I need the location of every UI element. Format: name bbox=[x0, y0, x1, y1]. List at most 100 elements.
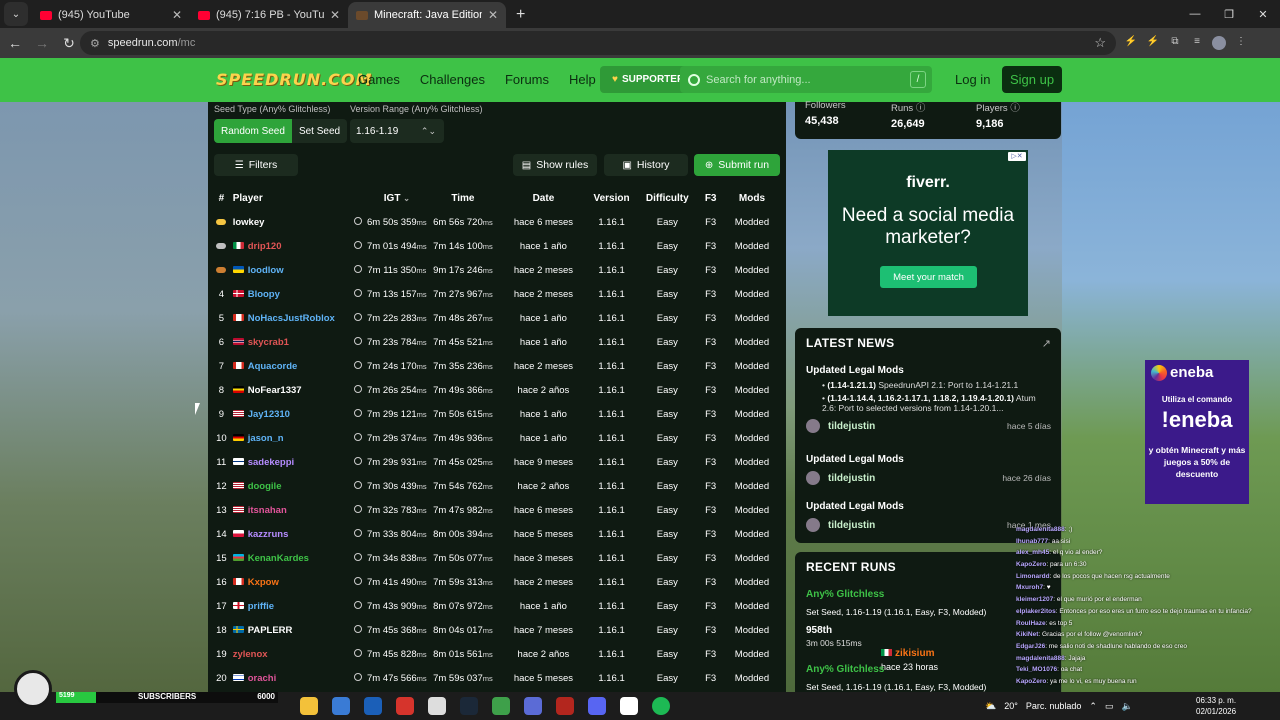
new-tab-button[interactable]: + bbox=[506, 6, 535, 28]
player-cell[interactable]: doogile bbox=[232, 474, 351, 498]
player-name[interactable]: NoHacsJustRoblox bbox=[248, 313, 335, 324]
table-row[interactable]: 14 kazzruns 7m 33s 804ms 8m 00s 394ms hace 5… bbox=[210, 522, 784, 546]
table-row[interactable]: 16 Kxpow 7m 41s 490ms 7m 59s 313ms hace 2 me… bbox=[210, 570, 784, 594]
video-icon[interactable] bbox=[353, 432, 362, 441]
recent-run[interactable]: Any% Glitchless Set Seed, 1.16-1.19 (1.1… bbox=[806, 664, 1051, 692]
version-range-select[interactable]: 1.16-1.19 ⌃⌄ bbox=[350, 119, 444, 143]
player-cell[interactable]: Bloopy bbox=[232, 282, 351, 306]
ad-cta-button[interactable]: Meet your match bbox=[880, 266, 977, 288]
player-cell[interactable]: Aquacorde bbox=[232, 354, 351, 378]
notion-icon[interactable] bbox=[620, 697, 638, 715]
news-item-title[interactable]: Updated Legal Mods bbox=[806, 454, 1051, 465]
table-row[interactable]: 11 sadekeppi 7m 29s 931ms 7m 45s 025ms hace … bbox=[210, 450, 784, 474]
bookmark-star-icon[interactable]: ☆ bbox=[1094, 35, 1106, 51]
back-icon[interactable]: ← bbox=[3, 35, 27, 51]
player-cell[interactable]: sadekeppi bbox=[232, 450, 351, 474]
player-name[interactable]: Jay12310 bbox=[248, 409, 290, 420]
video-cell[interactable] bbox=[350, 282, 364, 306]
run-player-name[interactable]: zikisium bbox=[895, 648, 934, 659]
player-cell[interactable]: loodlow bbox=[232, 258, 351, 282]
chat-username[interactable]: RoulHaze bbox=[1016, 620, 1046, 627]
author-name[interactable]: tildejustin bbox=[828, 473, 875, 484]
col-difficulty[interactable]: Difficulty bbox=[633, 186, 701, 210]
news-item-title[interactable]: Updated Legal Mods bbox=[806, 501, 1051, 512]
browser-tab-2[interactable]: (945) 7:16 PB - YouTube ✕ bbox=[190, 2, 348, 28]
video-cell[interactable] bbox=[350, 498, 364, 522]
obs-icon[interactable] bbox=[396, 697, 414, 715]
recent-run[interactable]: Any% Glitchless Set Seed, 1.16-1.19 (1.1… bbox=[806, 589, 1051, 672]
site-search[interactable]: / bbox=[680, 66, 932, 93]
player-cell[interactable]: priffie bbox=[232, 594, 351, 618]
player-name[interactable]: PAPLERR bbox=[248, 625, 293, 636]
nav-challenges[interactable]: Challenges bbox=[420, 72, 485, 88]
chat-username[interactable]: Mxuroh7 bbox=[1016, 584, 1043, 591]
player-name[interactable]: drip120 bbox=[248, 241, 282, 252]
chat-username[interactable]: magdalenita888 bbox=[1016, 526, 1065, 533]
chat-username[interactable]: kleimer1207 bbox=[1016, 596, 1053, 603]
minecraft-icon[interactable] bbox=[492, 697, 510, 715]
reading-list-icon[interactable]: ≡ bbox=[1190, 36, 1204, 50]
player-cell[interactable]: itsnahan bbox=[232, 498, 351, 522]
player-name[interactable]: skycrab1 bbox=[248, 337, 289, 348]
table-row[interactable]: 9 Jay12310 7m 29s 121ms 7m 50s 615ms hace 1 … bbox=[210, 402, 784, 426]
player-cell[interactable]: NoHacsJustRoblox bbox=[232, 306, 351, 330]
app-icon[interactable] bbox=[428, 697, 446, 715]
tab-search-icon[interactable]: ⌄ bbox=[4, 2, 28, 26]
table-row[interactable]: 20 orachi 7m 47s 566ms 7m 59s 037ms hace 5 m… bbox=[210, 666, 784, 690]
player-name[interactable]: lowkey bbox=[233, 217, 265, 228]
news-item-title[interactable]: Updated Legal Mods bbox=[806, 365, 1051, 376]
video-icon[interactable] bbox=[353, 600, 362, 609]
nav-forums[interactable]: Forums bbox=[505, 72, 549, 88]
signup-button[interactable]: Sign up bbox=[1002, 66, 1062, 93]
table-row[interactable]: 17 priffie 7m 43s 909ms 8m 07s 972ms hace 1 … bbox=[210, 594, 784, 618]
spotify-icon[interactable] bbox=[652, 697, 670, 715]
player-name[interactable]: priffie bbox=[248, 601, 274, 612]
run-player[interactable]: zikisium bbox=[881, 648, 934, 659]
player-cell[interactable]: NoFear1337 bbox=[232, 378, 351, 402]
news-item[interactable]: Updated Legal Mods tildejustin hace 1 me… bbox=[806, 501, 1051, 532]
volume-icon[interactable]: 🔈 bbox=[1121, 701, 1132, 712]
video-icon[interactable] bbox=[353, 360, 362, 369]
profile-avatar[interactable] bbox=[1212, 36, 1226, 50]
player-name[interactable]: Bloopy bbox=[248, 289, 280, 300]
video-icon[interactable] bbox=[353, 288, 362, 297]
close-tab-icon[interactable]: ✕ bbox=[488, 8, 498, 22]
video-cell[interactable] bbox=[350, 450, 364, 474]
set-seed-option[interactable]: Set Seed bbox=[292, 119, 347, 143]
video-icon[interactable] bbox=[353, 672, 362, 681]
video-icon[interactable] bbox=[353, 384, 362, 393]
video-icon[interactable] bbox=[353, 576, 362, 585]
author-name[interactable]: tildejustin bbox=[828, 421, 875, 432]
external-link-icon[interactable]: ↗ bbox=[1042, 337, 1051, 350]
chat-username[interactable]: elplaker2itos bbox=[1016, 608, 1056, 615]
menu-dots-icon[interactable]: ⋮ bbox=[1234, 36, 1248, 50]
minimize-icon[interactable]: — bbox=[1178, 0, 1212, 28]
player-name[interactable]: NoFear1337 bbox=[248, 385, 302, 396]
table-row[interactable]: 13 itsnahan 7m 32s 783ms 7m 47s 982ms hace 6… bbox=[210, 498, 784, 522]
submit-run-button[interactable]: ⊕ Submit run bbox=[694, 154, 780, 176]
table-row[interactable]: 15 KenanKardes 7m 34s 838ms 7m 50s 077ms hac… bbox=[210, 546, 784, 570]
video-icon[interactable] bbox=[353, 408, 362, 417]
col-version[interactable]: Version bbox=[590, 186, 633, 210]
player-cell[interactable]: drip120 bbox=[232, 234, 351, 258]
video-cell[interactable] bbox=[350, 474, 364, 498]
chat-username[interactable]: Teki_MO1076 bbox=[1016, 666, 1057, 673]
player-cell[interactable]: jason_n bbox=[232, 426, 351, 450]
info-icon[interactable]: ⓘ bbox=[916, 103, 926, 114]
video-cell[interactable] bbox=[350, 522, 364, 546]
player-name[interactable]: sadekeppi bbox=[248, 457, 294, 468]
login-link[interactable]: Log in bbox=[955, 72, 990, 87]
player-cell[interactable]: KenanKardes bbox=[232, 546, 351, 570]
video-cell[interactable] bbox=[350, 426, 364, 450]
restore-icon[interactable]: ❐ bbox=[1212, 0, 1246, 28]
extension-icon[interactable]: ⚡ bbox=[1124, 36, 1138, 50]
video-icon[interactable] bbox=[353, 456, 362, 465]
random-seed-option[interactable]: Random Seed bbox=[214, 119, 292, 143]
news-item[interactable]: Updated Legal Mods • (1.14-1.21.1) Speed… bbox=[806, 365, 1051, 433]
search-input[interactable] bbox=[706, 73, 906, 86]
video-cell[interactable] bbox=[350, 546, 364, 570]
table-row[interactable]: 7 Aquacorde 7m 24s 170ms 7m 35s 236ms hace 2… bbox=[210, 354, 784, 378]
site-info-icon[interactable]: ⚙ bbox=[90, 37, 100, 50]
chat-username[interactable]: alex_mh45 bbox=[1016, 549, 1049, 556]
chat-username[interactable]: Ihunab777 bbox=[1016, 538, 1048, 545]
